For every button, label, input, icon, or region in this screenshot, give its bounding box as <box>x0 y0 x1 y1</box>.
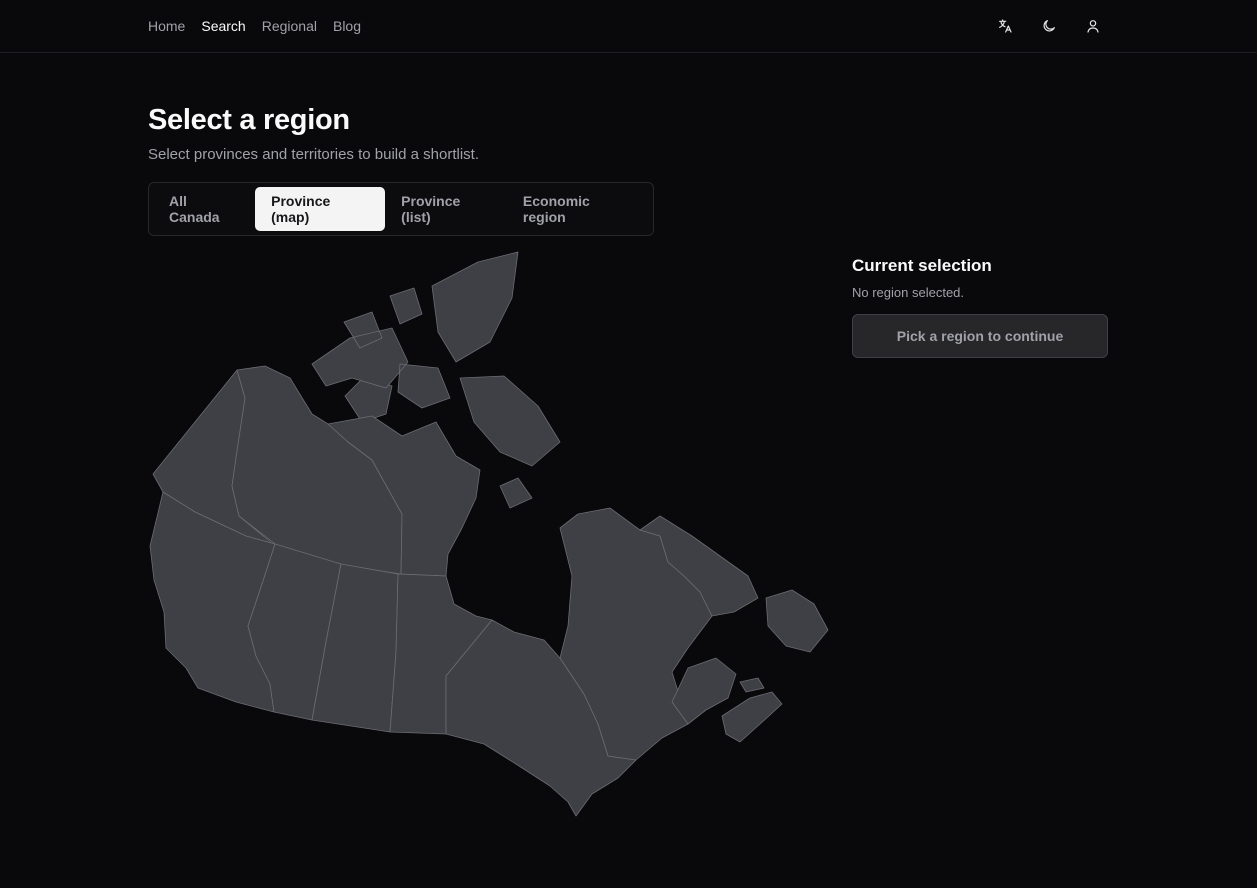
nav-search-link[interactable]: Search <box>201 18 245 34</box>
tab-economic-region[interactable]: Economic region <box>507 187 649 231</box>
theme-toggle-button[interactable] <box>1035 12 1063 40</box>
canada-province-map <box>149 251 829 817</box>
region-prince-edward-island[interactable] <box>739 677 765 693</box>
region-nova-scotia[interactable] <box>721 691 783 743</box>
continue-button[interactable]: Pick a region to continue <box>852 314 1108 358</box>
header-tools <box>991 12 1107 40</box>
translate-icon <box>999 19 1012 33</box>
nav-blog-link[interactable]: Blog <box>333 18 361 34</box>
nav-home-link[interactable]: Home <box>148 18 185 34</box>
selection-heading: Current selection <box>852 256 992 275</box>
tab-province-list[interactable]: Province (list) <box>385 187 507 231</box>
nav-regional-link[interactable]: Regional <box>262 18 317 34</box>
user-icon <box>1087 20 1099 33</box>
account-button[interactable] <box>1079 12 1107 40</box>
region-mode-tabs: All Canada Province (map) Province (list… <box>148 182 654 236</box>
language-button[interactable] <box>991 12 1019 40</box>
top-navigation-bar: Home Search Regional Blog <box>0 0 1257 53</box>
selection-panel: Current selection No region selected. Pi… <box>852 256 1108 358</box>
moon-icon <box>1043 20 1055 32</box>
tab-province-map[interactable]: Province (map) <box>255 187 386 231</box>
main-nav: Home Search Regional Blog <box>148 0 361 52</box>
selection-empty-text: No region selected. <box>852 285 965 300</box>
page-title: Select a region <box>148 104 350 136</box>
tab-all-canada[interactable]: All Canada <box>153 187 255 231</box>
page-subtitle: Select provinces and territories to buil… <box>148 146 479 163</box>
